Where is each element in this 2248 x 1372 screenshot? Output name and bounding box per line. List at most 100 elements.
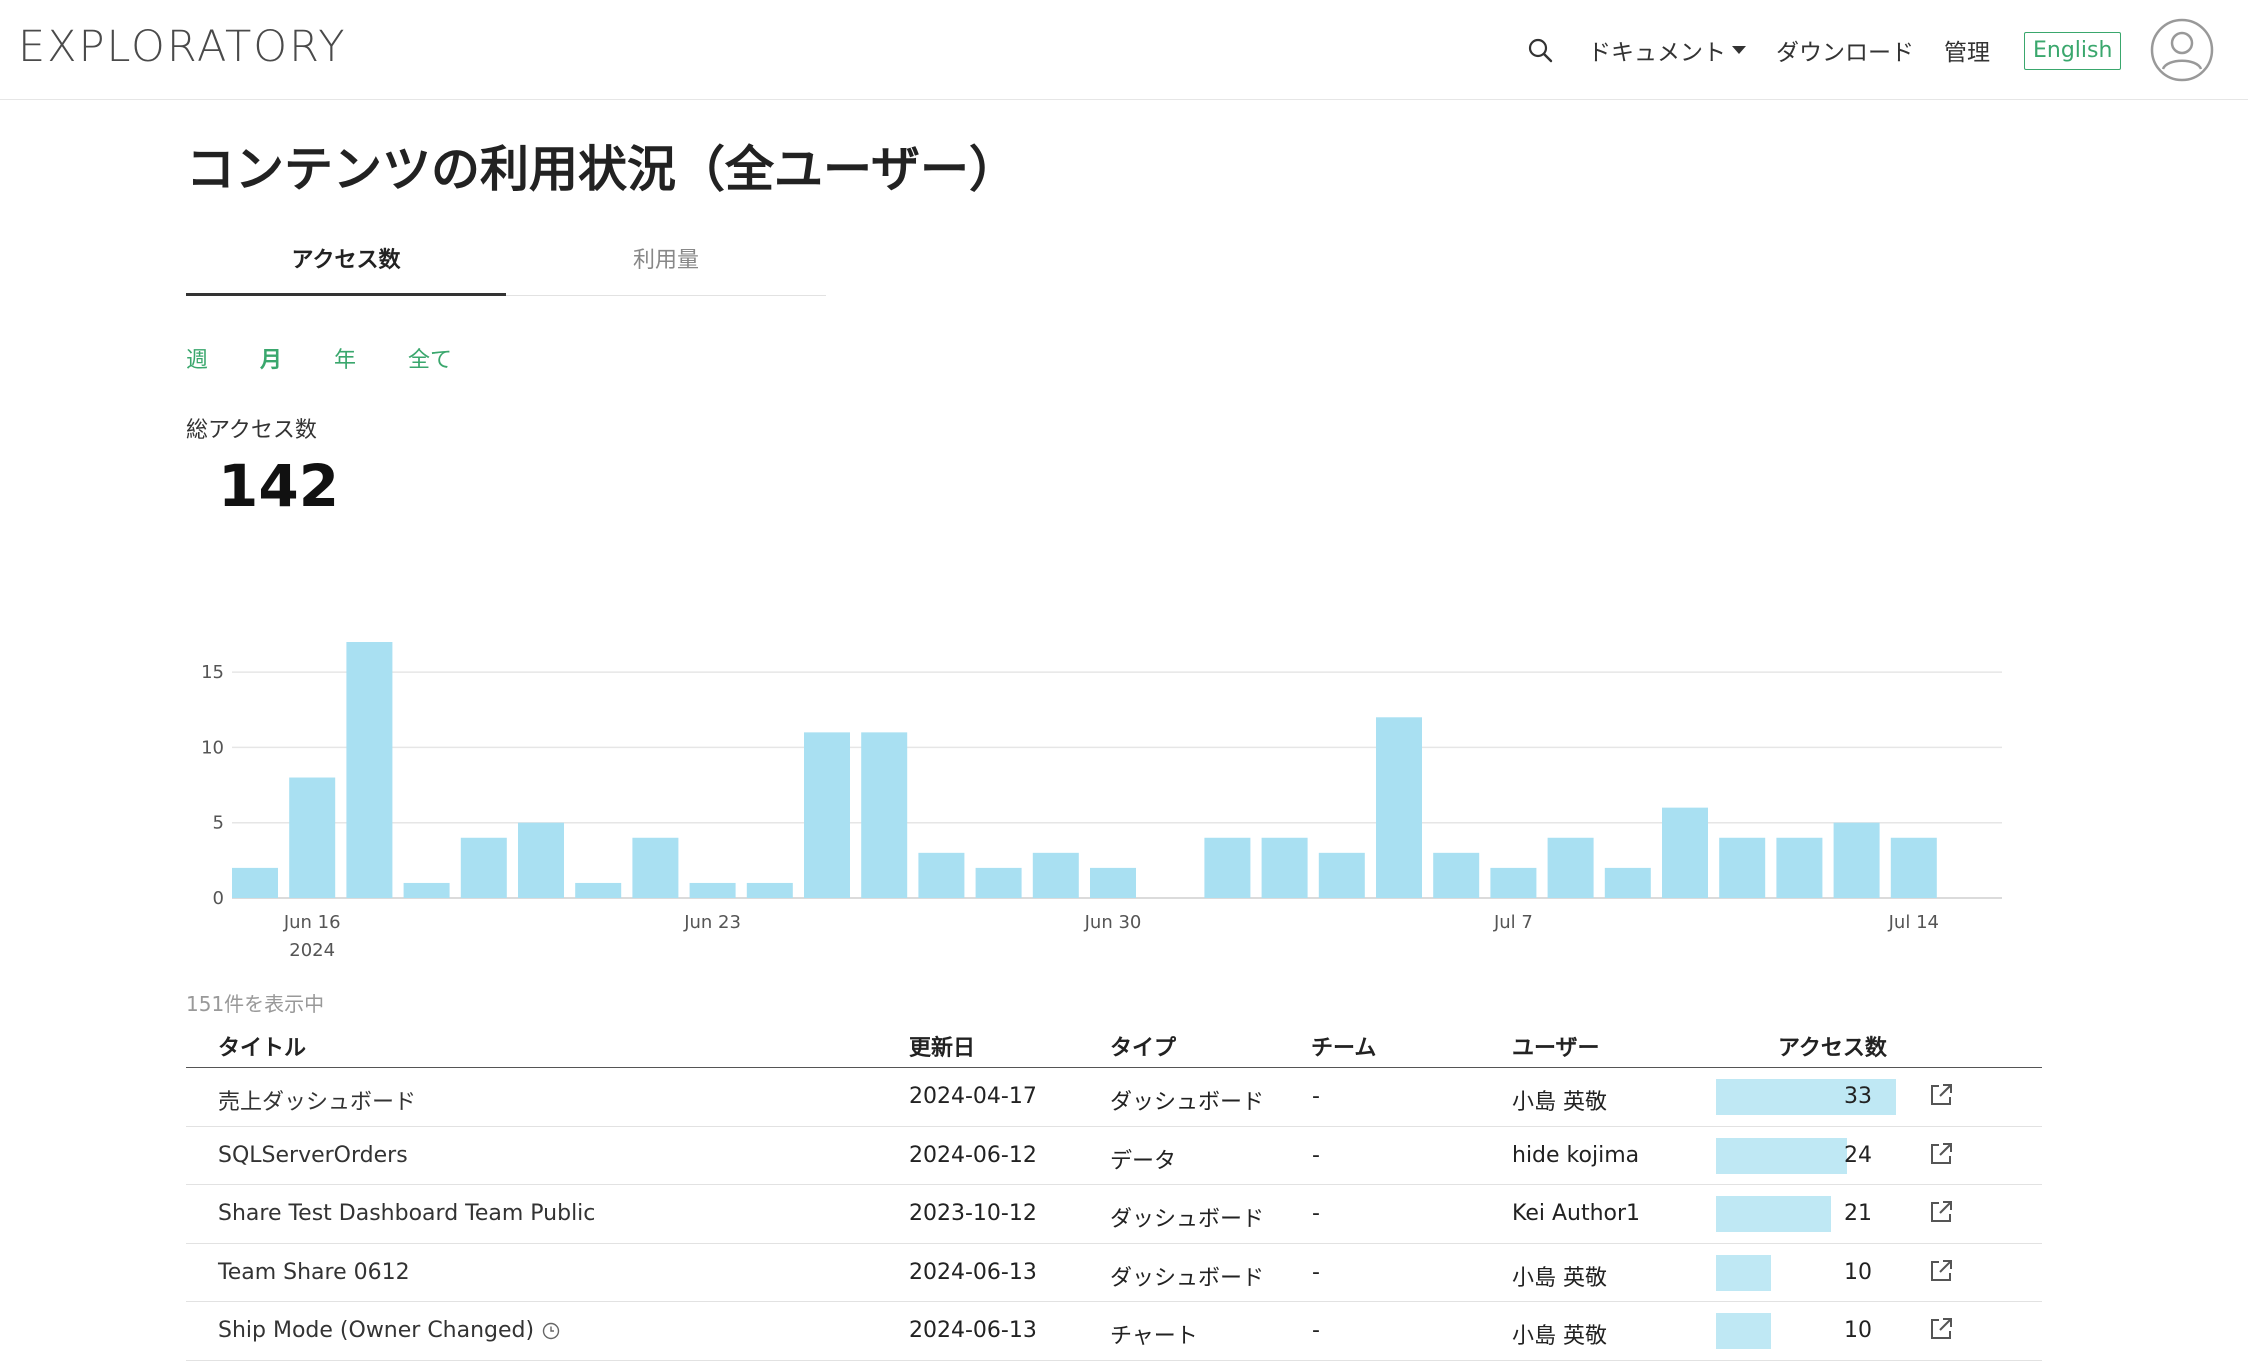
chart-bar[interactable] (1032, 852, 1079, 898)
download-link[interactable]: ダウンロード (1776, 0, 1914, 100)
app-logo[interactable]: EXPLORATORY (18, 22, 347, 72)
content-table: タイトル 更新日 タイプ チーム ユーザー アクセス数 売上ダッシュボード 202… (186, 1022, 2042, 1361)
open-external-icon[interactable] (1926, 1080, 1956, 1110)
page-title: コンテンツの利用状況（全ユーザー） (186, 141, 1019, 198)
y-tick-label: 10 (201, 737, 224, 758)
caret-down-icon (1732, 46, 1746, 54)
chart-bar[interactable] (1204, 837, 1251, 898)
y-tick-label: 5 (213, 813, 224, 834)
chart-bar[interactable] (1547, 837, 1594, 898)
table-body: 売上ダッシュボード 2024-04-17 ダッシュボード - 小島 英敬 33 SQLSer… (186, 1068, 2042, 1361)
header-updated[interactable]: 更新日 (909, 1030, 975, 1062)
period-week[interactable]: 週 (186, 342, 208, 374)
header-type[interactable]: タイプ (1110, 1030, 1176, 1062)
chart-bar[interactable] (1890, 837, 1937, 898)
period-year[interactable]: 年 (334, 342, 356, 374)
chart-bar[interactable] (1090, 867, 1136, 898)
row-title-text: SQLServerOrders (218, 1142, 408, 1168)
row-access-count: 21 (1844, 1201, 1872, 1226)
total-access-value: 142 (218, 452, 340, 520)
chart-bar[interactable] (1318, 852, 1365, 898)
row-type: チャート (1110, 1324, 1198, 1349)
row-user: Kei Author1 (1512, 1201, 1641, 1226)
chart-bar[interactable] (632, 837, 679, 898)
chart-bar[interactable] (403, 882, 450, 898)
open-external-icon[interactable] (1926, 1314, 1956, 1344)
row-updated: 2023-10-12 (909, 1201, 1037, 1226)
chart-bar[interactable] (1604, 867, 1651, 898)
y-tick-label: 0 (213, 888, 224, 909)
x-tick-label: Jun 16 (283, 912, 341, 933)
documents-menu[interactable]: ドキュメント (1588, 0, 1746, 100)
row-title-text: Ship Mode (Owner Changed) (218, 1318, 535, 1343)
row-user: 小島 英敬 (1512, 1090, 1607, 1115)
chart-bar[interactable] (346, 642, 393, 898)
open-external-icon[interactable] (1926, 1197, 1956, 1227)
documents-menu-label: ドキュメント (1588, 40, 1726, 66)
table-row[interactable]: SQLServerOrders 2024-06-12 データ - hide kojima… (186, 1127, 2042, 1185)
row-user: 小島 英敬 (1512, 1265, 1607, 1291)
chart-bar[interactable] (1261, 837, 1308, 898)
access-bar (1716, 1254, 1771, 1291)
chart-bar[interactable] (518, 822, 564, 898)
row-title[interactable]: Team Share 0612 (218, 1260, 410, 1285)
table-row[interactable]: 売上ダッシュボード 2024-04-17 ダッシュボード - 小島 英敬 33 (186, 1068, 2042, 1127)
x-tick-label: Jun 30 (1084, 912, 1142, 933)
row-title[interactable]: SQLServerOrders (218, 1143, 408, 1168)
header-team[interactable]: チーム (1311, 1030, 1376, 1062)
user-avatar-icon[interactable] (2150, 18, 2214, 82)
row-access-count: 24 (1844, 1142, 1872, 1168)
period-month[interactable]: 月 (260, 342, 282, 374)
row-access-count: 10 (1844, 1318, 1872, 1343)
x-tick-label: Jun 23 (683, 912, 741, 933)
header-access[interactable]: アクセス数 (1778, 1030, 1887, 1062)
chart-bar[interactable] (861, 732, 908, 898)
table-row[interactable]: Team Share 0612 2024-06-13 ダッシュボード - 小島 英敬 10 (186, 1244, 2042, 1302)
chart-bar[interactable] (1662, 807, 1708, 898)
row-title[interactable]: 売上ダッシュボード (218, 1084, 416, 1116)
row-type: データ (1110, 1148, 1177, 1174)
x-tick-label: Jul 14 (1888, 912, 1939, 933)
access-bar (1716, 1313, 1771, 1349)
x-tick-label: Jul 7 (1493, 912, 1533, 933)
open-external-icon[interactable] (1926, 1256, 1956, 1286)
period-filter: 週 月 年 全て (186, 342, 504, 374)
chart-bar[interactable] (575, 882, 622, 898)
chart-bar[interactable] (289, 777, 336, 898)
tab-usage[interactable]: 利用量 (506, 240, 826, 296)
chart-bar[interactable] (804, 732, 850, 898)
chart-bar[interactable] (1376, 717, 1422, 898)
chart-bar[interactable] (1433, 852, 1480, 898)
header-user[interactable]: ユーザー (1512, 1030, 1600, 1062)
chart-bar[interactable] (460, 837, 507, 898)
table-row[interactable]: Ship Mode (Owner Changed) 2024-06-13 チャート -… (186, 1302, 2042, 1361)
row-user: 小島 英敬 (1512, 1324, 1607, 1349)
table-row[interactable]: Share Test Dashboard Team Public 2023-10-… (186, 1185, 2042, 1244)
row-access-count: 10 (1844, 1259, 1872, 1285)
language-toggle-button[interactable]: English (2024, 32, 2122, 70)
row-type: ダッシュボード (1110, 1090, 1265, 1115)
header-title[interactable]: タイトル (218, 1030, 306, 1062)
chart-bar[interactable] (975, 867, 1022, 898)
chart-bar[interactable] (1776, 837, 1823, 898)
admin-link-label: 管理 (1944, 40, 1990, 66)
chart-bar[interactable] (1490, 867, 1537, 898)
chart-bar[interactable] (689, 882, 736, 898)
row-title[interactable]: Share Test Dashboard Team Public (218, 1201, 595, 1226)
download-link-label: ダウンロード (1776, 40, 1914, 66)
chart-bar[interactable] (232, 867, 278, 898)
chart-bar[interactable] (746, 882, 793, 898)
chart-bar[interactable] (1719, 837, 1766, 898)
tab-access-count[interactable]: アクセス数 (186, 240, 506, 296)
row-title[interactable]: Ship Mode (Owner Changed) (218, 1318, 560, 1343)
x-tick-year-label: 2024 (289, 940, 335, 960)
chart-bar[interactable] (918, 852, 965, 898)
admin-link[interactable]: 管理 (1944, 0, 1990, 100)
period-all[interactable]: 全て (408, 342, 452, 374)
table-header: タイトル 更新日 タイプ チーム ユーザー アクセス数 (186, 1022, 2042, 1068)
search-button[interactable] (1522, 0, 1558, 100)
row-user: hide kojima (1512, 1142, 1640, 1168)
chart-bar[interactable] (1833, 822, 1880, 898)
open-external-icon[interactable] (1926, 1139, 1956, 1169)
row-title-text: Share Test Dashboard Team Public (218, 1201, 596, 1226)
